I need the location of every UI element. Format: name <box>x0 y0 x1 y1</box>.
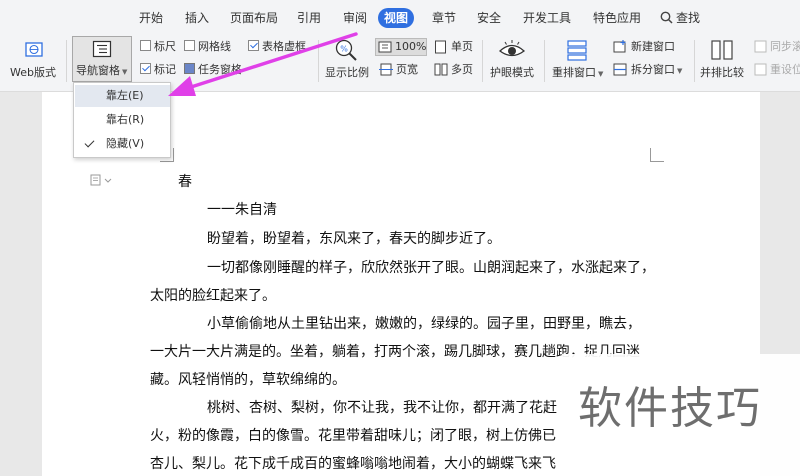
doc-line: 藏。风轻悄悄的，草软绵绵的。 <box>150 372 346 388</box>
chevron-down-icon: ▼ <box>598 70 604 78</box>
menu-developer[interactable]: 开发工具 <box>523 8 571 28</box>
multi-page-icon <box>434 63 448 76</box>
rearrange-windows-label[interactable]: 重排窗口 ▼ <box>552 66 603 81</box>
dropdown-item-hide[interactable]: 隐藏(V) <box>75 133 170 155</box>
search-icon[interactable] <box>660 11 673 24</box>
nav-pane-dropdown: 靠左(E) 靠右(R) 隐藏(V) <box>73 82 171 158</box>
ribbon-separator <box>66 40 67 82</box>
menu-review[interactable]: 审阅 <box>343 8 367 28</box>
chevron-down-icon: ▼ <box>677 67 683 75</box>
page-width-button[interactable]: 页宽 <box>396 63 418 77</box>
split-window-label[interactable]: 拆分窗口 ▼ <box>631 63 682 78</box>
nav-pane-label: 导航窗格 ▼ <box>76 64 127 79</box>
ribbon-separator <box>544 40 545 82</box>
menu-security[interactable]: 安全 <box>477 8 501 28</box>
split-window-text: 拆分窗口 <box>631 63 675 76</box>
search-label[interactable]: 查找 <box>676 8 700 28</box>
doc-author: 一一朱自清 <box>207 202 277 218</box>
single-page-icon <box>435 40 446 54</box>
ribbon-separator <box>482 40 483 82</box>
check-icon <box>84 137 95 148</box>
eye-mode-button[interactable]: 护眼模式 <box>490 66 534 80</box>
checkbox-icon[interactable] <box>140 40 151 51</box>
multi-page-button[interactable]: 多页 <box>451 63 473 77</box>
page-width-icon <box>379 63 393 76</box>
doc-line: 桃树、杏树、梨树，你不让我，我不让你，都开满了花赶 <box>207 400 557 416</box>
rearrange-windows-icon[interactable] <box>566 39 588 61</box>
dropdown-item-label: 靠右(R) <box>106 113 145 126</box>
doc-line: 火，粉的像霞，白的像雪。花里带着甜味儿；闭了眼，树上仿佛已 <box>150 428 556 444</box>
nav-pane-text: 导航窗格 <box>76 64 120 77</box>
dropdown-item-label: 隐藏(V) <box>106 137 145 150</box>
checkbox-checked-icon[interactable] <box>140 63 151 74</box>
doc-line: 太阳的脸红起来了。 <box>150 288 276 304</box>
web-layout-button[interactable]: Web版式 <box>10 66 56 80</box>
zoom-100-icon <box>378 41 392 53</box>
eye-icon[interactable] <box>498 38 526 62</box>
sync-scroll-icon <box>754 40 767 53</box>
split-window-icon <box>613 63 627 76</box>
new-window-button[interactable]: 新建窗口 <box>631 40 675 54</box>
web-layout-icon[interactable] <box>24 40 44 60</box>
menu-insert[interactable]: 插入 <box>185 8 209 28</box>
dropdown-item-left[interactable]: 靠左(E) <box>75 85 170 107</box>
menu-featured[interactable]: 特色应用 <box>593 8 641 28</box>
margin-corner-mark <box>650 148 664 162</box>
menu-references[interactable]: 引用 <box>297 8 321 28</box>
sync-scroll-button[interactable]: 同步滚 <box>770 40 800 54</box>
side-by-side-icon[interactable] <box>710 39 734 61</box>
annotation-arrow <box>168 32 358 96</box>
nav-pane-icon <box>92 40 112 58</box>
doc-line: 小草偷偷地从土里钻出来，嫩嫩的，绿绿的。园子里，田野里，瞧去， <box>207 316 641 332</box>
doc-line: 杏儿、梨儿。花下成千成百的蜜蜂嗡嗡地闹着，大小的蝴蝶飞来飞 <box>150 456 556 472</box>
menu-home[interactable]: 开始 <box>139 8 163 28</box>
dropdown-item-right[interactable]: 靠右(R) <box>75 109 170 131</box>
doc-line: 盼望着，盼望着，东风来了，春天的脚步近了。 <box>207 231 501 247</box>
ribbon-separator <box>694 40 695 82</box>
zoom-100-label: 100% <box>395 40 427 53</box>
menu-chapter[interactable]: 章节 <box>432 8 456 28</box>
rearrange-windows-text: 重排窗口 <box>552 66 596 79</box>
side-by-side-button[interactable]: 并排比较 <box>700 66 744 80</box>
menu-bar: 开始 插入 页面布局 引用 审阅 视图 章节 安全 开发工具 特色应用 查找 <box>0 0 800 34</box>
doc-title: 春 <box>178 174 192 190</box>
reset-position-button[interactable]: 重设位 <box>770 63 800 77</box>
doc-line: 一切都像刚睡醒的样子，欣欣然张开了眼。山朗润起来了，水涨起来了， <box>207 260 655 276</box>
watermark-text: 软件技巧 <box>578 383 762 434</box>
paragraph-layout-icon[interactable] <box>90 174 112 186</box>
new-window-icon <box>613 40 626 53</box>
single-page-button[interactable]: 单页 <box>451 40 473 54</box>
reset-position-icon <box>754 63 767 76</box>
menu-view[interactable]: 视图 <box>378 8 415 28</box>
dropdown-item-label: 靠左(E) <box>106 89 144 102</box>
menu-page-layout[interactable]: 页面布局 <box>230 8 278 28</box>
chevron-down-icon: ▼ <box>122 68 128 76</box>
